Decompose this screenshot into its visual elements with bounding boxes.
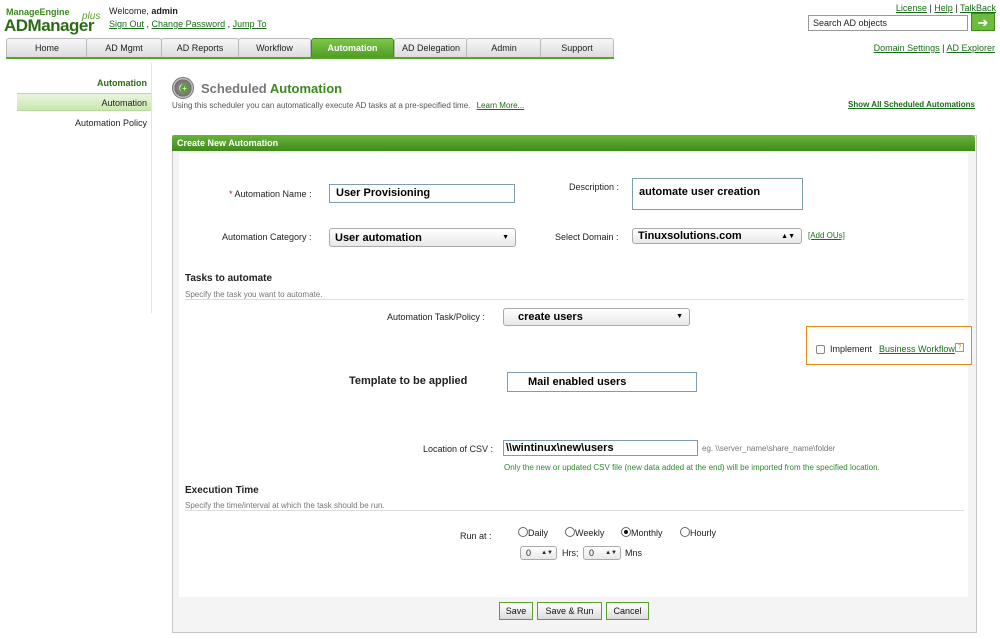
tab-ad-mgmt[interactable]: AD Mgmt: [86, 38, 162, 57]
minutes-value: 0: [589, 548, 595, 558]
tab-support[interactable]: Support: [540, 38, 614, 57]
ad-explorer-link[interactable]: AD Explorer: [946, 43, 995, 53]
automation-task-value: create users: [518, 311, 583, 323]
sidebar: Automation Automation Automation Policy: [17, 63, 152, 313]
dropdown-arrow-icon: ▼: [676, 313, 683, 320]
radio-hourly-label: Hourly: [690, 528, 717, 538]
page-subtitle: Using this scheduler you can automatical…: [172, 101, 524, 110]
domain-value: Tinuxsolutions.com: [638, 230, 742, 242]
domain-settings-link[interactable]: Domain Settings: [874, 43, 940, 53]
csv-location-input[interactable]: \\wintinux\new\users: [503, 440, 698, 456]
business-workflow-link[interactable]: Business Workflow: [879, 344, 955, 354]
required-mark: *: [229, 189, 233, 199]
cancel-button[interactable]: Cancel: [606, 602, 649, 620]
tab-automation[interactable]: Automation: [311, 38, 394, 57]
radio-daily[interactable]: [518, 527, 528, 537]
implement-workflow-checkbox[interactable]: [816, 345, 825, 354]
top-links: License | Help | TalkBack: [895, 3, 996, 13]
search-input[interactable]: Search AD objects: [808, 15, 968, 31]
page-title-prefix: Scheduled: [201, 81, 267, 96]
template-label: Template to be applied: [349, 375, 468, 387]
dropdown-arrow-icon: ▲▼: [781, 233, 795, 240]
execution-divider: [185, 510, 964, 511]
sidebar-heading: Automation: [97, 78, 147, 88]
add-ous-link[interactable]: [Add OUs]: [808, 231, 845, 240]
minutes-label: Mns: [625, 548, 643, 558]
page-title: Scheduled Automation: [201, 81, 342, 96]
automation-name-input[interactable]: User Provisioning: [329, 184, 515, 203]
panel-header: Create New Automation: [172, 135, 975, 151]
automation-name-label: * Automation Name :: [229, 189, 312, 199]
save-button[interactable]: Save: [499, 602, 533, 620]
sign-out-link[interactable]: Sign Out: [109, 19, 144, 29]
user-name: admin: [151, 6, 178, 16]
product-logo[interactable]: ADManager: [4, 16, 94, 36]
show-all-automations-link[interactable]: Show All Scheduled Automations: [848, 100, 975, 109]
run-at-label: Run at :: [460, 531, 492, 541]
tasks-section-subtitle: Specify the task you want to automate.: [185, 290, 323, 299]
talkback-link[interactable]: TalkBack: [960, 3, 996, 13]
user-links: Sign Out , Change Password , Jump To: [109, 19, 267, 29]
jump-to-link[interactable]: Jump To: [233, 19, 267, 29]
automation-category-value: User automation: [335, 232, 422, 244]
automation-category-select[interactable]: User automation ▼: [329, 228, 516, 247]
tab-ad-reports[interactable]: AD Reports: [161, 38, 239, 57]
hours-value: 0: [526, 548, 532, 558]
csv-hint: eg. \\server_name\share_name\folder: [702, 444, 836, 453]
brand-plus: plus: [82, 11, 101, 22]
radio-monthly-label: Monthly: [631, 528, 663, 538]
csv-note: Only the new or updated CSV file (new da…: [504, 463, 880, 472]
tasks-section-title: Tasks to automate: [185, 273, 273, 284]
welcome-text: Welcome, admin: [109, 6, 178, 16]
automation-name-label-text: Automation Name :: [234, 189, 312, 199]
domain-select[interactable]: Tinuxsolutions.com ▲▼: [632, 228, 802, 244]
template-input[interactable]: Mail enabled users: [507, 372, 697, 392]
license-link[interactable]: License: [896, 3, 927, 13]
save-and-run-button[interactable]: Save & Run: [537, 602, 602, 620]
tasks-divider: [185, 299, 964, 300]
hours-label: Hrs;: [562, 548, 579, 558]
welcome-label: Welcome,: [109, 6, 149, 16]
radio-weekly[interactable]: [565, 527, 575, 537]
csv-location-label: Location of CSV :: [423, 444, 494, 454]
change-password-link[interactable]: Change Password: [152, 19, 226, 29]
automation-category-label: Automation Category :: [222, 232, 312, 242]
radio-daily-label: Daily: [528, 528, 549, 538]
plus-badge-icon: +: [180, 84, 189, 93]
tab-workflow[interactable]: Workflow: [238, 38, 311, 57]
tab-admin[interactable]: Admin: [466, 38, 542, 57]
dropdown-arrow-icon: ▼: [502, 234, 509, 241]
execution-section-title: Execution Time: [185, 485, 259, 496]
automation-task-label: Automation Task/Policy :: [387, 312, 485, 322]
radio-monthly[interactable]: [621, 527, 631, 537]
execution-section-subtitle: Specify the time/interval at which the t…: [185, 501, 385, 510]
search-go-button[interactable]: ➔: [971, 13, 995, 31]
radio-hourly[interactable]: [680, 527, 690, 537]
radio-weekly-label: Weekly: [575, 528, 605, 538]
tab-home[interactable]: Home: [6, 38, 88, 57]
spinner-arrow-icon: ▲▼: [541, 550, 553, 556]
hours-select[interactable]: 0 ▲▼: [520, 546, 557, 560]
automation-task-select[interactable]: create users ▼: [503, 308, 690, 326]
tab-underline: [6, 57, 614, 59]
minutes-select[interactable]: 0 ▲▼: [583, 546, 621, 560]
description-textarea[interactable]: automate user creation: [632, 178, 803, 210]
sidebar-item-automation[interactable]: Automation: [17, 93, 151, 111]
page-title-main: Automation: [269, 81, 343, 96]
sidebar-item-automation-policy[interactable]: Automation Policy: [75, 118, 147, 128]
learn-more-link[interactable]: Learn More...: [477, 101, 525, 110]
description-label: Description :: [569, 182, 620, 192]
select-domain-label: Select Domain :: [555, 232, 619, 242]
admin-links: Domain Settings | AD Explorer: [873, 43, 995, 53]
arrow-right-icon: ➔: [977, 15, 989, 30]
spinner-arrow-icon: ▲▼: [605, 550, 617, 556]
tab-ad-delegation[interactable]: AD Delegation: [394, 38, 468, 57]
help-link[interactable]: Help: [934, 3, 953, 13]
implement-label: Implement: [830, 344, 873, 354]
page-subtitle-text: Using this scheduler you can automatical…: [172, 101, 471, 110]
help-icon[interactable]: ?: [955, 343, 964, 352]
